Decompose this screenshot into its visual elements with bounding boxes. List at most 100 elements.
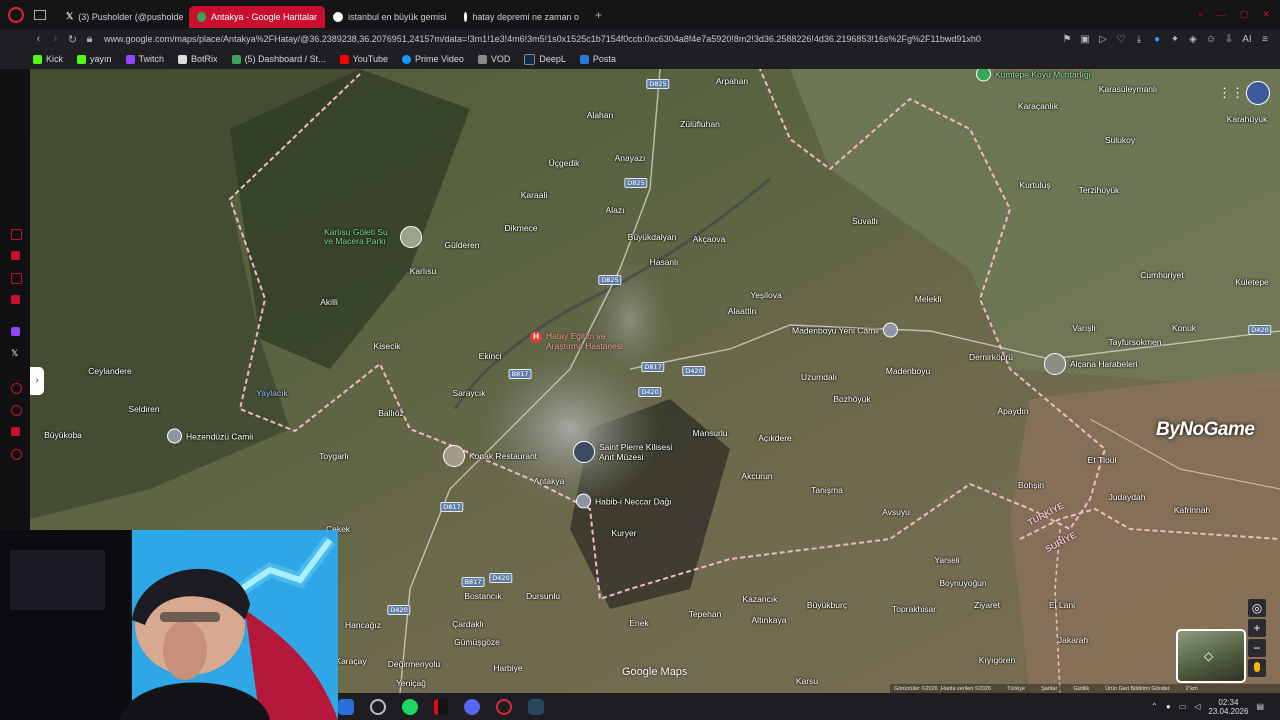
bookmark-kick[interactable]: Kick bbox=[28, 54, 68, 64]
street-view-thumbnail[interactable]: ◇ bbox=[1176, 629, 1246, 683]
search-tabs-icon[interactable]: ⌕ bbox=[1198, 9, 1203, 20]
poi-alcana-harabeleri[interactable]: Alçana Harabeleri bbox=[1044, 353, 1138, 375]
place-label: Zülüfluhan bbox=[680, 119, 720, 129]
bookmark-deepl[interactable]: DeepL bbox=[519, 53, 571, 65]
zoom-out-button[interactable]: − bbox=[1248, 639, 1266, 657]
my-location-button[interactable]: ◎ bbox=[1248, 599, 1266, 617]
wallet-icon[interactable]: ◈ bbox=[1184, 34, 1202, 45]
poi-madenboyu-camii[interactable]: Madenboyu Yeni Camii bbox=[792, 322, 898, 338]
minimize-icon[interactable]: — bbox=[1217, 10, 1226, 20]
reload-icon[interactable]: ↻ bbox=[64, 33, 81, 46]
taskbar-steam-icon[interactable] bbox=[528, 698, 544, 715]
account-avatar[interactable] bbox=[1246, 81, 1270, 105]
aria-ai-icon[interactable]: AI bbox=[1238, 34, 1256, 45]
place-label: Hancağız bbox=[345, 620, 381, 630]
hospital-icon: H bbox=[530, 331, 542, 343]
bookmark-prime-video[interactable]: Prime Video bbox=[397, 54, 469, 64]
taskbar-obs-icon[interactable] bbox=[370, 698, 386, 715]
downloads-icon[interactable]: ⇩ bbox=[1220, 34, 1238, 45]
sidebar-player-icon[interactable] bbox=[11, 295, 20, 304]
poi-habib-neccar[interactable]: Habib-i Neccar Dağı bbox=[576, 493, 672, 509]
sidebar-clock-icon[interactable] bbox=[11, 405, 22, 416]
url-field[interactable]: www.google.com/maps/place/Antakya%2FHata… bbox=[98, 34, 1058, 44]
poi-hatay-hospital[interactable]: H Hatay Eğitim ve Araştırma Hastanesi bbox=[530, 331, 623, 351]
region-link[interactable]: Türkiye bbox=[1007, 686, 1025, 692]
zoom-in-button[interactable]: + bbox=[1248, 619, 1266, 637]
workspaces-icon[interactable] bbox=[34, 9, 46, 20]
browser-logo-icon[interactable] bbox=[8, 6, 24, 23]
bookmark-botrix[interactable]: BotRix bbox=[173, 54, 223, 64]
kick-icon bbox=[77, 54, 87, 64]
sidebar-twitch-icon[interactable] bbox=[11, 327, 20, 336]
place-label: Açıkdere bbox=[758, 433, 792, 443]
back-icon[interactable]: ‹ bbox=[30, 33, 47, 45]
taskbar-discord-icon[interactable] bbox=[464, 698, 480, 715]
poi-karlisu-park[interactable]: Karlısu Göleti Su ve Macera Parkı bbox=[324, 226, 422, 248]
bookmark-yayin[interactable]: yayın bbox=[72, 54, 117, 64]
menu-icon[interactable]: ≡ bbox=[1256, 34, 1274, 45]
tab-title: istanbul en büyük gemisi bbox=[348, 11, 447, 22]
tab-google-search-1[interactable]: istanbul en büyük gemisi bbox=[325, 6, 456, 28]
heart-icon[interactable]: ♡ bbox=[1112, 34, 1130, 45]
sidebar-telegram-icon[interactable] bbox=[11, 427, 20, 436]
tray-network-icon[interactable]: ▭ bbox=[1179, 702, 1187, 711]
bookmark-icon[interactable]: ⚑ bbox=[1058, 34, 1076, 45]
road-shield: B817 bbox=[508, 369, 532, 379]
bookmark-youtube[interactable]: YouTube bbox=[335, 54, 393, 64]
tab-google-maps[interactable]: Antakya - Google Haritalar bbox=[189, 5, 325, 28]
clock[interactable]: 02:34 23.04.2026 bbox=[1208, 698, 1248, 716]
poi-konak-restaurant[interactable]: Konak Restaurant bbox=[443, 445, 537, 467]
new-tab-button[interactable]: + bbox=[595, 8, 602, 22]
close-icon[interactable]: ✕ bbox=[1262, 9, 1270, 20]
tab-twitter[interactable]: 𝕏 (3) Pusholder (@pusholde bbox=[58, 6, 189, 28]
extension-vpn-icon[interactable]: ● bbox=[1148, 34, 1166, 45]
poi-hezenduzu-camii[interactable]: Hezendüzü Camii bbox=[167, 428, 253, 444]
sidebar-messenger-icon[interactable] bbox=[11, 273, 22, 284]
bookmark-posta[interactable]: Posta bbox=[575, 54, 621, 64]
feedback-link[interactable]: Ürün Geri Bildirimi Gönder bbox=[1105, 686, 1170, 692]
profile-icon[interactable]: ☺ bbox=[1202, 34, 1220, 45]
pegman-button[interactable] bbox=[1248, 659, 1266, 677]
place-label: Gülderen bbox=[444, 240, 480, 250]
sidebar-settings-icon[interactable] bbox=[11, 449, 22, 460]
place-label: Apaydın bbox=[997, 406, 1029, 416]
sidebar-x-icon[interactable]: 𝕏 bbox=[11, 349, 20, 358]
tray-chevron-icon[interactable]: ⌃ bbox=[1151, 702, 1158, 711]
poi-label: Saint Pierre Kilisesi Anıt Müzesi bbox=[599, 442, 673, 462]
download-icon[interactable]: ⤓ bbox=[1130, 34, 1148, 45]
place-label: Arpahan bbox=[715, 76, 749, 86]
extensions-icon[interactable]: ✦ bbox=[1166, 34, 1184, 45]
tray-mic-icon[interactable]: ● bbox=[1166, 702, 1171, 711]
place-label: Mansurlu bbox=[692, 428, 728, 438]
expand-side-panel-button[interactable]: › bbox=[30, 367, 44, 395]
terms-link[interactable]: Şartlar bbox=[1041, 686, 1057, 692]
place-label: Saraycık bbox=[452, 388, 486, 398]
place-label: Dursunlu bbox=[525, 591, 561, 601]
taskbar-app-icon[interactable] bbox=[338, 698, 354, 715]
taskbar-spotify-icon[interactable] bbox=[402, 698, 418, 715]
forward-icon[interactable]: › bbox=[47, 33, 64, 45]
poi-saint-pierre[interactable]: Saint Pierre Kilisesi Anıt Müzesi bbox=[573, 441, 689, 463]
bookmark-twitch[interactable]: Twitch bbox=[121, 54, 170, 64]
privacy-link[interactable]: Gizlilik bbox=[1073, 686, 1089, 692]
bookmark-dashboard[interactable]: (5) Dashboard / St... bbox=[227, 54, 331, 64]
notifications-icon[interactable]: ▤ bbox=[1256, 702, 1264, 711]
sidebar-history-icon[interactable] bbox=[11, 383, 22, 394]
pegman-icon bbox=[1254, 662, 1260, 672]
tab-google-search-2[interactable]: hatay depremi ne zaman o bbox=[456, 6, 587, 28]
maximize-icon[interactable]: ▢ bbox=[1240, 9, 1249, 20]
scale-bar[interactable]: 2 km bbox=[1186, 686, 1198, 692]
place-label: Yaylacık bbox=[256, 388, 288, 398]
place-label: Ceylandere bbox=[88, 366, 132, 376]
tray-volume-icon[interactable]: ◁ bbox=[1194, 702, 1200, 711]
taskbar-netflix-icon[interactable] bbox=[434, 698, 448, 715]
park-photo-icon bbox=[400, 226, 422, 248]
sidebar-news-icon[interactable] bbox=[11, 229, 22, 240]
road-shield: D825 bbox=[624, 178, 648, 188]
sidebar-wallet-icon[interactable] bbox=[11, 251, 20, 260]
bookmark-vod[interactable]: VOD bbox=[473, 54, 516, 64]
taskbar-opera-icon[interactable] bbox=[496, 698, 512, 715]
player-icon[interactable]: ▷ bbox=[1094, 34, 1112, 45]
screenshot-icon[interactable]: ▣ bbox=[1076, 34, 1094, 45]
poi-kumtepe-muhtarlik[interactable]: Kumtepe Köyü Muhtarlığı bbox=[976, 69, 1091, 82]
